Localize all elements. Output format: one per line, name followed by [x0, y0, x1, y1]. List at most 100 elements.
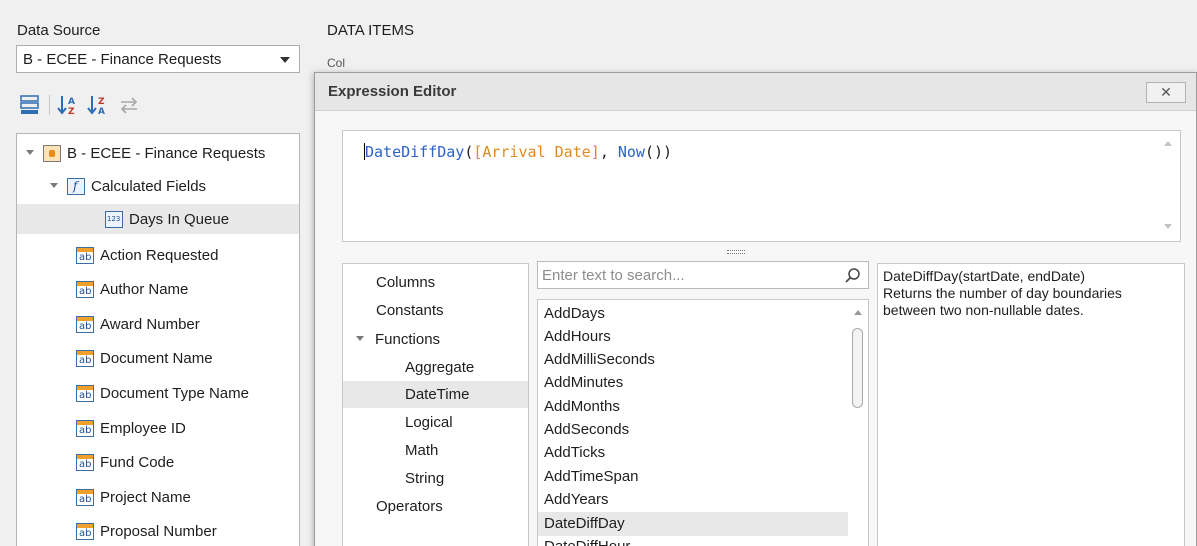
search-input[interactable] [542, 265, 832, 285]
category-aggregate[interactable]: Aggregate [405, 354, 474, 381]
function-item[interactable]: AddTimeSpan [538, 465, 848, 489]
svg-text:A: A [98, 107, 105, 117]
expression-text[interactable]: DateDiffDay([Arrival Date], Now()) [364, 143, 672, 161]
tree-item-document-type-name[interactable]: ab Document Type Name [76, 378, 249, 408]
data-items-label: DATA ITEMS [327, 22, 414, 39]
close-icon: ✕ [1160, 84, 1172, 100]
function-item[interactable]: AddHours [538, 325, 848, 349]
data-source-dropdown[interactable]: B - ECEE - Finance Requests [16, 45, 300, 73]
tree-item-label: Author Name [100, 280, 189, 298]
tree-item-award-number[interactable]: ab Award Number [76, 309, 200, 339]
text-field-icon: ab [76, 488, 94, 506]
columns-label: Col [327, 56, 346, 70]
category-logical[interactable]: Logical [405, 409, 453, 436]
function-item[interactable]: AddMilliSeconds [538, 348, 848, 372]
svg-text:Z: Z [68, 107, 75, 117]
tree-item-label: Award Number [100, 315, 200, 333]
text-field-icon: ab [76, 315, 94, 333]
expression-separator: , [599, 143, 618, 161]
tree-item-project-name[interactable]: ab Project Name [76, 482, 191, 512]
dialog-title-bar[interactable]: Expression Editor ✕ [315, 73, 1196, 111]
text-field-icon: ab [76, 522, 94, 540]
text-field-icon: ab [76, 384, 94, 402]
function-item[interactable]: AddMonths [538, 395, 848, 419]
text-field-icon: ab [76, 349, 94, 367]
search-icon[interactable] [844, 267, 862, 285]
function-item[interactable]: AddTicks [538, 441, 848, 465]
tree-item-label: Employee ID [100, 419, 186, 437]
tree-root[interactable]: B - ECEE - Finance Requests [25, 138, 265, 168]
collapse-icon[interactable] [25, 148, 35, 158]
category-datetime[interactable]: DateTime [343, 381, 528, 408]
function-icon: f [67, 177, 85, 195]
tree-item-label: Document Type Name [100, 384, 249, 402]
tree-calculated-fields[interactable]: f Calculated Fields [49, 171, 206, 201]
category-constants[interactable]: Constants [376, 297, 444, 324]
function-description-text: Returns the number of day boundaries bet… [883, 285, 1122, 318]
function-item[interactable]: AddDays [538, 302, 848, 326]
category-functions-label: Functions [375, 331, 441, 348]
expression-input[interactable]: DateDiffDay([Arrival Date], Now()) [342, 130, 1181, 242]
tree-item-label: Project Name [100, 488, 191, 506]
tree-item-fund-code[interactable]: ab Fund Code [76, 447, 174, 477]
function-item[interactable]: AddYears [538, 488, 848, 512]
datasource-icon [43, 144, 61, 162]
tree-item-document-name[interactable]: ab Document Name [76, 343, 213, 373]
category-functions[interactable]: Functions [355, 326, 440, 353]
sort-descending-icon[interactable]: Z A [86, 93, 112, 117]
swap-icon[interactable] [116, 93, 142, 117]
toolbar-divider [49, 95, 50, 115]
category-columns[interactable]: Columns [376, 269, 435, 296]
scroll-up-icon[interactable] [854, 310, 862, 315]
tree-item-label: Action Requested [100, 246, 219, 264]
field-tree: B - ECEE - Finance Requests f Calculated… [16, 133, 300, 546]
category-tree: Columns Constants Functions Aggregate Da… [342, 263, 529, 546]
function-item[interactable]: AddMinutes [538, 371, 848, 395]
expression-function-token: DateDiffDay [365, 143, 465, 161]
tree-item-label: Fund Code [100, 453, 175, 471]
data-source-value: B - ECEE - Finance Requests [23, 51, 222, 68]
tree-item-employee-id[interactable]: ab Employee ID [76, 413, 186, 443]
expression-editor-dialog: Expression Editor ✕ DateDiffDay([Arrival… [314, 72, 1197, 546]
function-list: AddDays AddHours AddMilliSeconds AddMinu… [537, 299, 869, 546]
tree-root-label: B - ECEE - Finance Requests [67, 144, 266, 162]
function-item-selected[interactable]: DateDiffDay [538, 512, 848, 536]
tree-item-label: Proposal Number [100, 522, 217, 540]
function-description: DateDiffDay(startDate, endDate) Returns … [877, 263, 1185, 546]
tree-item-days-in-queue[interactable]: 123 Days In Queue [17, 204, 299, 234]
chevron-down-icon[interactable] [280, 57, 290, 63]
tree-item-label: Document Name [100, 349, 213, 367]
expression-function-token-2: Now [617, 143, 645, 161]
scroll-down-icon[interactable] [1164, 224, 1172, 229]
dialog-title: Expression Editor [328, 83, 457, 100]
category-operators[interactable]: Operators [376, 493, 443, 520]
group-icon[interactable] [17, 93, 43, 117]
text-field-icon: ab [76, 280, 94, 298]
tree-item-action-requested[interactable]: ab Action Requested [76, 240, 218, 270]
field-list-toolbar: A Z Z A [17, 92, 142, 118]
collapse-icon[interactable] [49, 181, 59, 191]
svg-text:Z: Z [98, 97, 105, 107]
function-item[interactable]: DateDiffHour [538, 535, 848, 546]
tree-item-author-name[interactable]: ab Author Name [76, 274, 188, 304]
function-item[interactable]: AddSeconds [538, 418, 848, 442]
function-search-box [537, 261, 869, 289]
collapse-icon[interactable] [355, 334, 365, 344]
expression-column-token: [Arrival Date] [473, 143, 600, 161]
tree-item-label: Days In Queue [129, 210, 230, 228]
text-field-icon: ab [76, 419, 94, 437]
function-signature: DateDiffDay(startDate, endDate) [883, 268, 1086, 284]
data-source-label: Data Source [17, 22, 101, 39]
splitter-handle[interactable] [727, 250, 745, 254]
scroll-up-icon[interactable] [1164, 141, 1172, 146]
category-string[interactable]: String [405, 465, 444, 492]
tree-calculated-fields-label: Calculated Fields [91, 177, 207, 195]
text-field-icon: ab [76, 246, 94, 264]
scrollbar-thumb[interactable] [852, 328, 863, 408]
category-math[interactable]: Math [405, 437, 438, 464]
text-field-icon: ab [76, 453, 94, 471]
sort-ascending-icon[interactable]: A Z [56, 93, 82, 117]
tree-item-proposal-number[interactable]: ab Proposal Number [76, 516, 217, 546]
svg-text:A: A [68, 97, 75, 107]
close-button[interactable]: ✕ [1146, 82, 1186, 103]
